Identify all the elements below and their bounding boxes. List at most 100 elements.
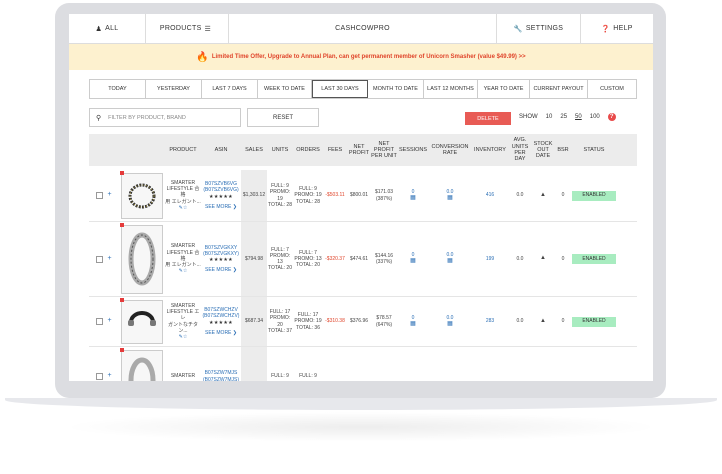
calendar-icon[interactable]: ▦ bbox=[410, 258, 416, 266]
product-image-cell bbox=[119, 222, 165, 296]
stock-out-cell: ▲ bbox=[531, 297, 555, 346]
date-tab-custom[interactable]: CUSTOM bbox=[588, 80, 636, 98]
net-profit-per-unit-cell: $78.57 (647%) bbox=[375, 315, 393, 328]
product-thumbnail[interactable] bbox=[120, 222, 163, 294]
header-inventory[interactable]: INVENTORY bbox=[471, 134, 509, 166]
rating-stars: ★★★★★ bbox=[209, 319, 233, 326]
inventory-cell[interactable]: 283 bbox=[471, 297, 509, 346]
status-badge[interactable]: ENABLED bbox=[572, 254, 616, 264]
inventory-cell[interactable]: 416 bbox=[471, 170, 509, 221]
calendar-icon[interactable]: ▦ bbox=[410, 195, 416, 203]
status-badge[interactable]: ENABLED bbox=[572, 316, 616, 327]
inventory-cell[interactable]: 199 bbox=[471, 222, 509, 296]
product-thumbnail[interactable] bbox=[120, 297, 163, 344]
status-badge[interactable]: ENABLED bbox=[572, 190, 616, 201]
nav-products[interactable]: PRODUCTS ☰ bbox=[146, 14, 229, 43]
expand-icon[interactable]: + bbox=[107, 255, 111, 264]
status-cell: ENABLED bbox=[571, 297, 617, 346]
delete-button[interactable]: DELETE bbox=[465, 112, 511, 125]
bsr-cell: 0 bbox=[561, 318, 565, 325]
question-icon: ❓ bbox=[601, 25, 611, 33]
page-size-option-100[interactable]: 100 bbox=[590, 114, 600, 120]
date-tab-week-to-date[interactable]: WEEK TO DATE bbox=[258, 80, 312, 98]
page-size-option-10[interactable]: 10 bbox=[546, 114, 553, 120]
row-checkbox[interactable] bbox=[96, 192, 104, 199]
page-size-option-25[interactable]: 25 bbox=[560, 114, 567, 120]
sessions-cell: 0 ▦ bbox=[410, 188, 416, 203]
header-avg-units[interactable]: AVG. UNITS PER DAY bbox=[509, 134, 531, 166]
calendar-icon[interactable]: ▦ bbox=[447, 195, 453, 203]
edit-icon[interactable]: ✎☆ bbox=[179, 268, 188, 274]
filter-input[interactable]: ⚲ FILTER BY PRODUCT, BRAND bbox=[89, 108, 241, 127]
date-tab-last-30-days[interactable]: LAST 30 DAYS bbox=[312, 80, 368, 98]
header-status[interactable]: STATUS bbox=[571, 134, 617, 166]
expand-icon[interactable]: + bbox=[107, 191, 111, 200]
sales-cell: $1,303.12 bbox=[241, 170, 267, 221]
header-sales[interactable]: SALES bbox=[241, 134, 267, 166]
header-orders[interactable]: ORDERS bbox=[293, 134, 323, 166]
avg-units-cell bbox=[509, 347, 531, 381]
row-checkbox[interactable] bbox=[96, 373, 104, 380]
header-sessions[interactable]: SESSIONS bbox=[397, 134, 429, 166]
net-profit-per-unit-cell bbox=[371, 347, 397, 381]
row-checkbox[interactable] bbox=[96, 255, 104, 263]
table-row[interactable]: + SMARTER LIFESTYLE 合格用 エレガント... ✎☆ B07SZVB6… bbox=[89, 170, 637, 222]
header-units[interactable]: UNITS bbox=[267, 134, 293, 166]
header-bsr[interactable]: BSR bbox=[555, 134, 571, 166]
row-select-cell: + bbox=[89, 222, 119, 296]
date-tab-last-7-days[interactable]: LAST 7 DAYS bbox=[202, 80, 258, 98]
date-tab-year-to-date[interactable]: YEAR TO DATE bbox=[478, 80, 530, 98]
table-row[interactable]: + SMARTER LIFESTYLE 合格用 エレガント... ✎☆ B07SZVGK… bbox=[89, 222, 637, 297]
header-stock-out[interactable]: STOCK OUT DATE bbox=[531, 134, 555, 166]
calendar-icon[interactable]: ▦ bbox=[447, 321, 453, 329]
header-fees[interactable]: FEES bbox=[323, 134, 347, 166]
header-conversion-rate[interactable]: CONVERSION RATE bbox=[429, 134, 471, 166]
see-more-link[interactable]: SEE MORE ❯ bbox=[205, 204, 237, 210]
row-checkbox[interactable] bbox=[96, 318, 104, 325]
flag-icon bbox=[120, 170, 124, 175]
nav-settings[interactable]: 🔧 SETTINGS bbox=[497, 14, 581, 43]
inventory-cell[interactable] bbox=[471, 347, 509, 381]
edit-icon[interactable]: ✎☆ bbox=[179, 334, 188, 340]
product-image-cell bbox=[119, 347, 165, 381]
product-cell: SMARTER bbox=[170, 373, 196, 380]
search-icon: ⚲ bbox=[96, 114, 102, 122]
expand-icon[interactable]: + bbox=[107, 317, 111, 326]
nav-help[interactable]: ❓ HELP bbox=[581, 14, 653, 43]
header-asin[interactable]: ASIN bbox=[201, 134, 241, 166]
header-select bbox=[89, 134, 119, 166]
help-icon[interactable]: ? bbox=[607, 113, 616, 121]
calendar-icon[interactable]: ▦ bbox=[447, 258, 453, 266]
header-net-profit-per-unit[interactable]: NET PROFIT PER UNIT bbox=[371, 134, 397, 166]
product-image-cell bbox=[119, 170, 165, 221]
date-tab-current-payout[interactable]: CURRENT PAYOUT bbox=[530, 80, 588, 98]
product-cell: SMARTER LIFESTYLE エレ ガントなチタン... ✎☆ bbox=[166, 302, 200, 340]
row-select-cell: + bbox=[89, 297, 119, 346]
table-row[interactable]: + SMARTER LIFESTYLE エレ ガントなチタン... ✎☆ B07SZWCH… bbox=[89, 297, 637, 347]
calendar-icon[interactable]: ▦ bbox=[410, 321, 416, 329]
conversion-cell: 0.0 ▦ bbox=[446, 188, 454, 203]
reset-button[interactable]: RESET bbox=[247, 108, 319, 127]
see-more-link[interactable]: SEE MORE ❯ bbox=[205, 267, 237, 273]
page-size-option-50[interactable]: 50 bbox=[575, 114, 582, 120]
header-product[interactable]: PRODUCT bbox=[165, 134, 201, 166]
date-tab-last-12-months[interactable]: LAST 12 MONTHS bbox=[424, 80, 478, 98]
product-cell: SMARTER LIFESTYLE 合格用 エレガント... ✎☆ bbox=[165, 243, 201, 275]
status-cell bbox=[571, 347, 617, 381]
date-tab-month-to-date[interactable]: MONTH TO DATE bbox=[368, 80, 424, 98]
nav-all[interactable]: ♟ ALL bbox=[69, 14, 146, 43]
date-tab-yesterday[interactable]: YESTERDAY bbox=[146, 80, 202, 98]
product-thumbnail[interactable] bbox=[120, 170, 163, 219]
flag-icon bbox=[120, 222, 124, 227]
bsr-cell: 0 bbox=[561, 255, 565, 262]
header-net-profit[interactable]: NET PROFIT bbox=[347, 134, 371, 166]
orders-cell: FULL: 9 PROMO: 19 TOTAL: 28 bbox=[294, 186, 322, 205]
table-row[interactable]: + SMARTER B07SZW7MJS (B07SZW7MJS) FULL: 9 FUL… bbox=[89, 347, 637, 381]
promo-banner[interactable]: 🔥 Limited Time Offer, Upgrade to Annual … bbox=[69, 44, 653, 70]
see-more-link[interactable]: SEE MORE ❯ bbox=[205, 330, 237, 336]
date-tab-today[interactable]: TODAY bbox=[90, 80, 146, 98]
edit-icon[interactable]: ✎☆ bbox=[179, 205, 188, 211]
status-cell: ENABLED bbox=[571, 222, 617, 296]
product-thumbnail[interactable] bbox=[120, 347, 163, 381]
expand-icon[interactable]: + bbox=[107, 372, 111, 381]
